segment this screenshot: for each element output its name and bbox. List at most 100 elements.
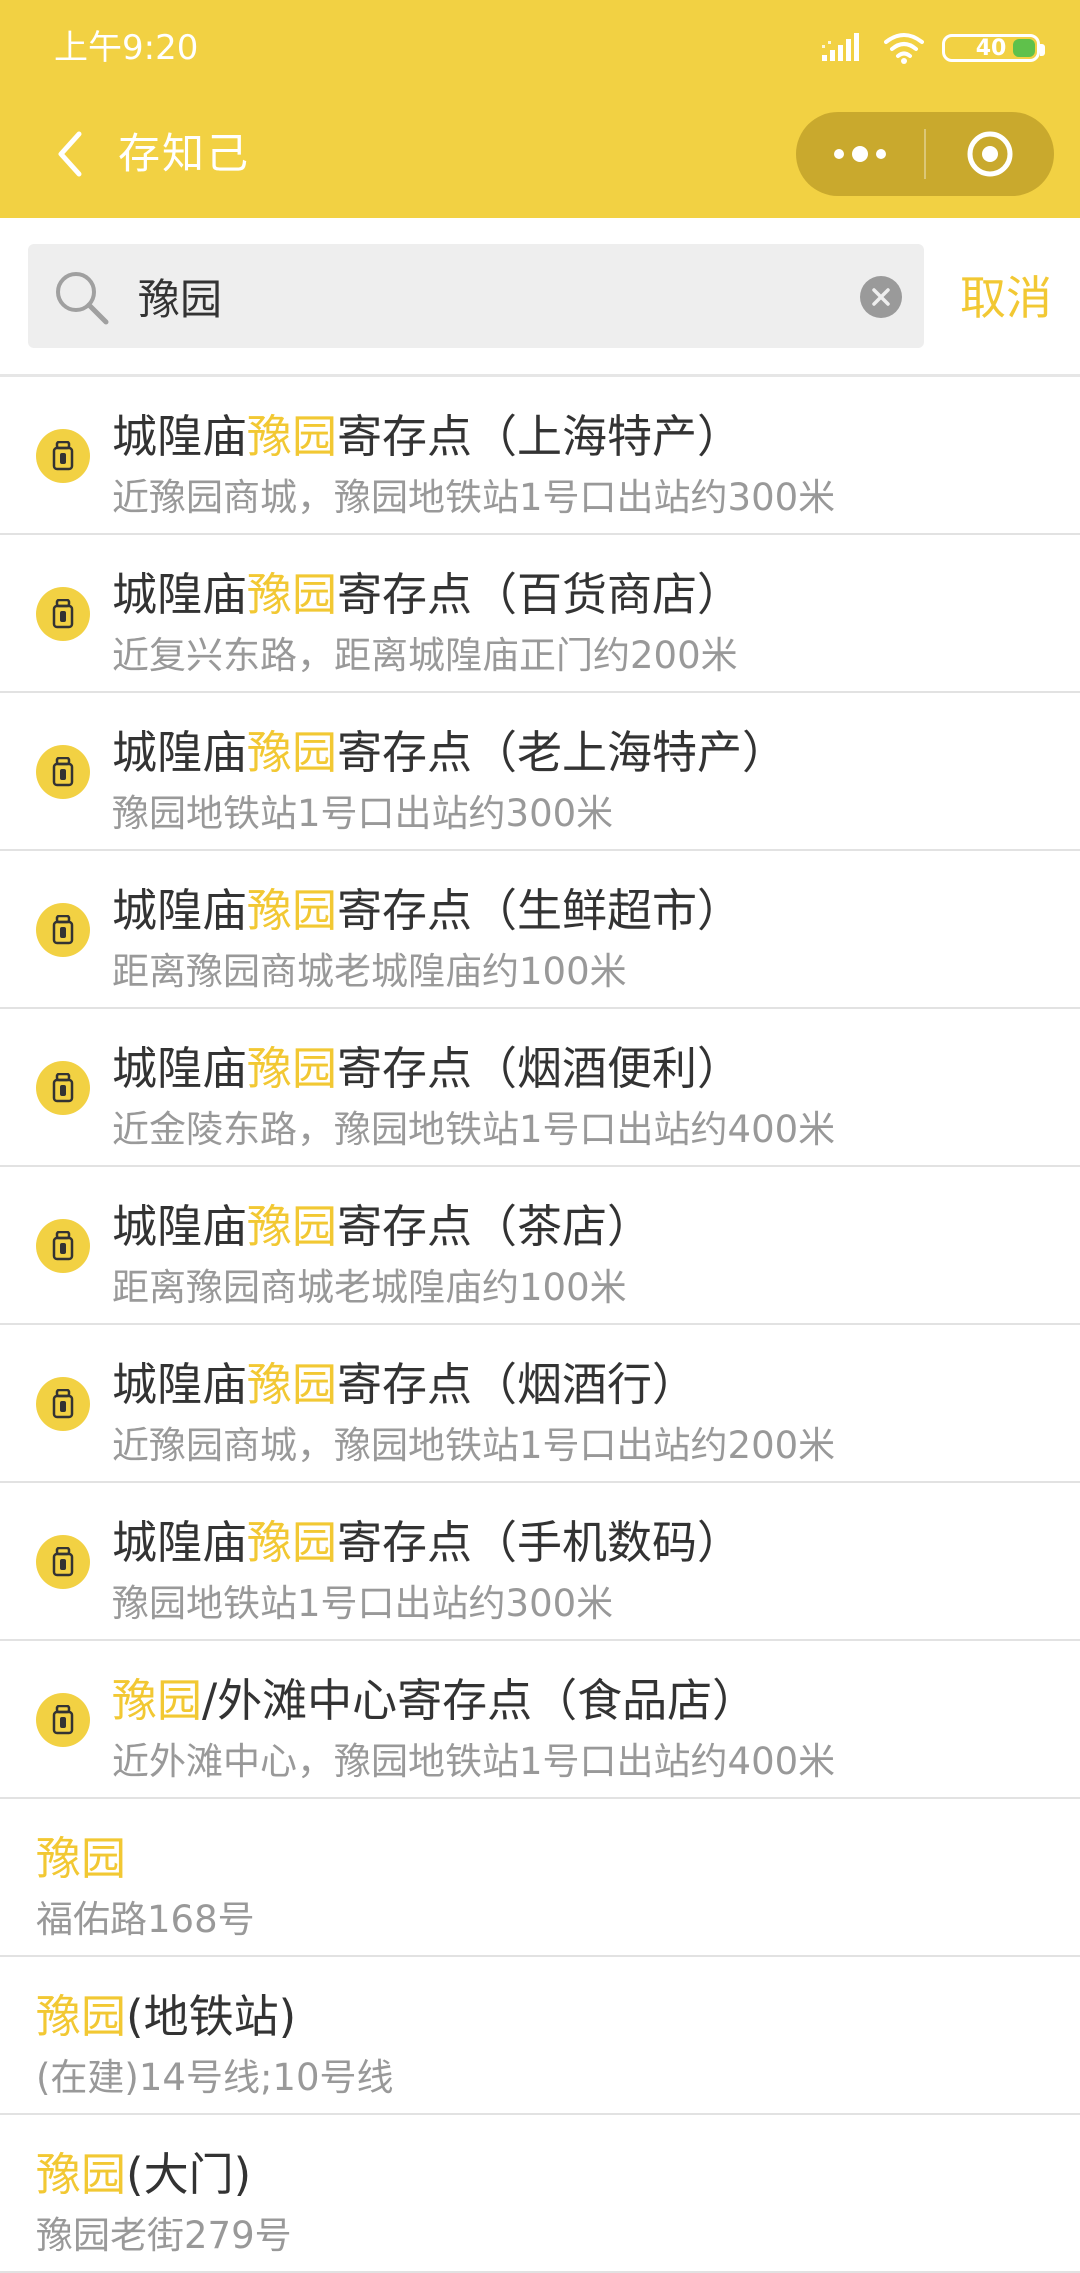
- item-title: 城隍庙豫园寄存点（茶店）: [112, 1197, 652, 1257]
- list-item[interactable]: 城隍庙豫园寄存点（烟酒便利） 近金陵东路，豫园地铁站1号口出站约400米: [0, 1009, 1080, 1167]
- item-title: 城隍庙豫园寄存点（老上海特产）: [112, 723, 787, 783]
- search-box[interactable]: [28, 244, 924, 348]
- item-title: 城隍庙豫园寄存点（烟酒便利）: [112, 1039, 742, 1099]
- item-title-highlight: 豫园: [247, 410, 338, 463]
- item-subtitle: 豫园地铁站1号口出站约300米: [112, 792, 614, 835]
- signal-icon: [822, 33, 859, 61]
- item-subtitle: 近复兴东路，距离城隍庙正门约200米: [112, 634, 738, 677]
- battery-level: 40: [975, 36, 1007, 61]
- more-icon: [834, 146, 886, 162]
- status-bar: 上午9:20 40: [0, 0, 1080, 96]
- item-title-prefix: 城隍庙: [112, 568, 248, 621]
- item-title: 豫园(大门): [36, 2145, 251, 2205]
- more-button[interactable]: [796, 112, 924, 196]
- item-title-suffix: 寄存点（茶店）: [337, 1200, 653, 1253]
- item-title-prefix: 城隍庙: [112, 1516, 248, 1569]
- status-icons: 40: [822, 28, 1045, 68]
- item-title-prefix: 城隍庙: [112, 1042, 248, 1095]
- lock-icon: [36, 429, 90, 483]
- item-title-highlight: 豫园: [247, 726, 338, 779]
- battery-icon: 40: [942, 34, 1045, 62]
- search-input[interactable]: [138, 266, 838, 326]
- target-icon: [967, 131, 1013, 177]
- chevron-left-icon: [58, 131, 82, 177]
- item-title-suffix: (大门): [126, 2148, 252, 2201]
- lock-icon: [36, 903, 90, 957]
- item-title-suffix: (地铁站): [126, 1990, 297, 2043]
- list-item[interactable]: 豫园(地铁站) (在建)14号线;10号线: [0, 1957, 1080, 2115]
- close-program-button[interactable]: [926, 112, 1054, 196]
- item-title-suffix: 寄存点（手机数码）: [337, 1516, 743, 1569]
- item-title-suffix: 寄存点（生鲜超市）: [337, 884, 743, 937]
- item-title-highlight: 豫园: [247, 884, 338, 937]
- lock-icon: [36, 1377, 90, 1431]
- lock-icon: [36, 1535, 90, 1589]
- item-title-suffix: 寄存点（上海特产）: [337, 410, 743, 463]
- wifi-icon: [884, 33, 924, 64]
- item-title-suffix: 寄存点（烟酒便利）: [337, 1042, 743, 1095]
- list-item[interactable]: 城隍庙豫园寄存点（老上海特产） 豫园地铁站1号口出站约300米: [0, 693, 1080, 851]
- lock-icon: [36, 1061, 90, 1115]
- cancel-button[interactable]: 取消: [960, 270, 1052, 326]
- item-title-suffix: /外滩中心寄存点（食品店）: [202, 1674, 758, 1727]
- list-item[interactable]: 城隍庙豫园寄存点（生鲜超市） 距离豫园商城老城隍庙约100米: [0, 851, 1080, 1009]
- item-subtitle: 近豫园商城，豫园地铁站1号口出站约200米: [112, 1424, 836, 1467]
- lock-icon: [36, 587, 90, 641]
- list-item[interactable]: 豫园福佑路168号: [0, 1799, 1080, 1957]
- item-title-highlight: 豫园: [112, 1674, 203, 1727]
- clear-icon[interactable]: [860, 276, 902, 318]
- item-title-prefix: 城隍庙: [112, 726, 248, 779]
- item-title-highlight: 豫园: [36, 1990, 127, 2043]
- item-title: 城隍庙豫园寄存点（生鲜超市）: [112, 881, 742, 941]
- item-title-highlight: 豫园: [247, 1200, 338, 1253]
- item-title-highlight: 豫园: [247, 1042, 338, 1095]
- status-time: 上午9:20: [54, 28, 199, 68]
- item-title: 城隍庙豫园寄存点（烟酒行）: [112, 1355, 697, 1415]
- item-subtitle: 豫园老街279号: [36, 2214, 292, 2257]
- list-item[interactable]: 城隍庙豫园寄存点（百货商店） 近复兴东路，距离城隍庙正门约200米: [0, 535, 1080, 693]
- item-title-suffix: 寄存点（烟酒行）: [337, 1358, 698, 1411]
- search-icon: [56, 272, 109, 325]
- page-title: 存知己: [118, 129, 251, 178]
- search-area: 取消: [0, 218, 1080, 376]
- list-item[interactable]: 城隍庙豫园寄存点（上海特产） 近豫园商城，豫园地铁站1号口出站约300米: [0, 377, 1080, 535]
- lock-icon: [36, 745, 90, 799]
- mini-program-capsule: [796, 112, 1054, 196]
- close-icon: [872, 288, 890, 306]
- item-title-highlight: 豫园: [247, 568, 338, 621]
- results-list: 城隍庙豫园寄存点（上海特产） 近豫园商城，豫园地铁站1号口出站约300米 城隍庙豫园…: [0, 377, 1080, 2273]
- list-item[interactable]: 城隍庙豫园寄存点（手机数码） 豫园地铁站1号口出站约300米: [0, 1483, 1080, 1641]
- item-title: 豫园(地铁站): [36, 1987, 296, 2047]
- item-title: 城隍庙豫园寄存点（上海特产）: [112, 407, 742, 467]
- header: 上午9:20 40 存知己: [0, 0, 1080, 218]
- item-title-suffix: 寄存点（百货商店）: [337, 568, 743, 621]
- item-title-prefix: 城隍庙: [112, 1358, 248, 1411]
- nav-bar: 存知己: [0, 96, 1080, 218]
- lock-icon: [36, 1693, 90, 1747]
- item-title: 豫园: [36, 1829, 126, 1889]
- item-subtitle: 距离豫园商城老城隍庙约100米: [112, 1266, 627, 1309]
- item-title-prefix: 城隍庙: [112, 884, 248, 937]
- item-title-highlight: 豫园: [36, 2148, 127, 2201]
- item-title-suffix: 寄存点（老上海特产）: [337, 726, 788, 779]
- item-title: 城隍庙豫园寄存点（手机数码）: [112, 1513, 742, 1573]
- item-title-prefix: 城隍庙: [112, 1200, 248, 1253]
- item-subtitle: 近金陵东路，豫园地铁站1号口出站约400米: [112, 1108, 836, 1151]
- list-item[interactable]: 豫园/外滩中心寄存点（食品店） 近外滩中心，豫园地铁站1号口出站约400米: [0, 1641, 1080, 1799]
- item-title-highlight: 豫园: [247, 1516, 338, 1569]
- item-subtitle: 福佑路168号: [36, 1898, 255, 1941]
- item-title-highlight: 豫园: [36, 1832, 127, 1885]
- item-subtitle: 近外滩中心，豫园地铁站1号口出站约400米: [112, 1740, 836, 1783]
- item-title: 豫园/外滩中心寄存点（食品店）: [112, 1671, 757, 1731]
- lock-icon: [36, 1219, 90, 1273]
- item-title: 城隍庙豫园寄存点（百货商店）: [112, 565, 742, 625]
- item-title-highlight: 豫园: [247, 1358, 338, 1411]
- item-subtitle: 距离豫园商城老城隍庙约100米: [112, 950, 627, 993]
- item-subtitle: 豫园地铁站1号口出站约300米: [112, 1582, 614, 1625]
- list-item[interactable]: 城隍庙豫园寄存点（烟酒行） 近豫园商城，豫园地铁站1号口出站约200米: [0, 1325, 1080, 1483]
- list-item[interactable]: 豫园(大门) 豫园老街279号: [0, 2115, 1080, 2273]
- item-subtitle: (在建)14号线;10号线: [36, 2056, 394, 2099]
- item-title-prefix: 城隍庙: [112, 410, 248, 463]
- list-item[interactable]: 城隍庙豫园寄存点（茶店） 距离豫园商城老城隍庙约100米: [0, 1167, 1080, 1325]
- back-button[interactable]: [40, 124, 100, 184]
